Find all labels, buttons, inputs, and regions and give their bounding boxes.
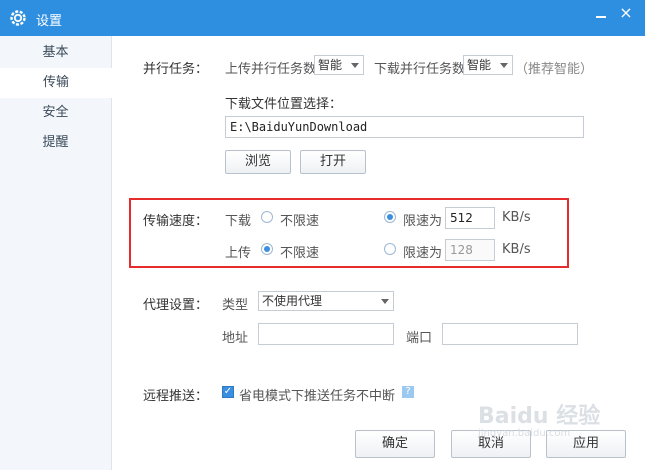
- download-speed-label: 下载: [225, 214, 252, 229]
- upload-unlimited-label: 不限速: [280, 246, 320, 261]
- chevron-down-icon: [351, 63, 359, 68]
- download-limit-input[interactable]: 512: [445, 207, 495, 229]
- upload-unlimited-radio[interactable]: [261, 243, 273, 255]
- download-unit: KB/s: [502, 210, 531, 225]
- watermark: Baidu 经验: [478, 404, 601, 429]
- sidebar-item-security[interactable]: 安全: [0, 98, 111, 128]
- upload-limited-radio[interactable]: [384, 243, 396, 255]
- parallel-tasks-label: 并行任务：: [143, 62, 209, 77]
- sidebar-item-transfer[interactable]: 传输: [0, 68, 112, 98]
- sidebar-item-basic[interactable]: 基本: [0, 38, 111, 68]
- help-icon[interactable]: ?: [402, 386, 414, 398]
- transfer-speed-label: 传输速度：: [143, 214, 209, 229]
- download-parallel-label: 下载并行任务数: [374, 62, 466, 77]
- chevron-down-icon: [500, 63, 508, 68]
- remote-push-label: 远程推送：: [143, 389, 209, 404]
- upload-speed-label: 上传: [225, 246, 252, 261]
- close-button[interactable]: ×: [614, 2, 638, 24]
- download-unlimited-label: 不限速: [280, 214, 320, 229]
- sidebar-item-reminder[interactable]: 提醒: [0, 128, 111, 158]
- download-limited-label: 限速为: [403, 214, 443, 229]
- upload-parallel-select[interactable]: 智能: [314, 55, 364, 75]
- power-save-checkbox[interactable]: ✓: [222, 386, 234, 398]
- highlight-box: [129, 198, 569, 268]
- upload-limit-input[interactable]: 128: [445, 239, 495, 261]
- proxy-type-value: 不使用代理: [262, 294, 323, 308]
- proxy-settings-label: 代理设置：: [143, 298, 209, 313]
- upload-parallel-value: 智能: [318, 58, 343, 72]
- proxy-port-input[interactable]: [442, 323, 578, 345]
- gear-icon: [8, 8, 28, 28]
- download-limited-radio[interactable]: [384, 211, 396, 223]
- sidebar: 基本 传输 安全 提醒: [0, 36, 112, 470]
- download-path-input[interactable]: E:\BaiduYunDownload: [225, 116, 584, 138]
- download-parallel-select[interactable]: 智能: [463, 55, 513, 75]
- chevron-down-icon: [381, 299, 389, 304]
- proxy-address-input[interactable]: [258, 323, 394, 345]
- watermark-sub: jingyan.baidu.com: [478, 428, 571, 439]
- download-location-label: 下载文件位置选择：: [225, 97, 343, 112]
- upload-unit: KB/s: [502, 242, 531, 257]
- upload-parallel-label: 上传并行任务数: [225, 62, 317, 77]
- proxy-type-label: 类型: [222, 298, 249, 313]
- power-save-checkbox-label: 省电模式下推送任务不中断: [239, 389, 396, 404]
- proxy-port-label: 端口: [406, 331, 433, 346]
- title-bar: 设置 ×: [0, 0, 645, 36]
- proxy-type-select[interactable]: 不使用代理: [258, 291, 394, 311]
- upload-limited-label: 限速为: [403, 246, 443, 261]
- window-title: 设置: [36, 14, 63, 29]
- minimize-button[interactable]: [590, 4, 612, 22]
- download-parallel-value: 智能: [467, 58, 492, 72]
- download-unlimited-radio[interactable]: [261, 211, 273, 223]
- ok-button[interactable]: 确定: [355, 430, 435, 458]
- proxy-address-label: 地址: [222, 331, 249, 346]
- browse-button[interactable]: 浏览: [225, 150, 291, 174]
- open-button[interactable]: 打开: [300, 150, 366, 174]
- recommend-hint: （推荐智能）: [515, 62, 594, 77]
